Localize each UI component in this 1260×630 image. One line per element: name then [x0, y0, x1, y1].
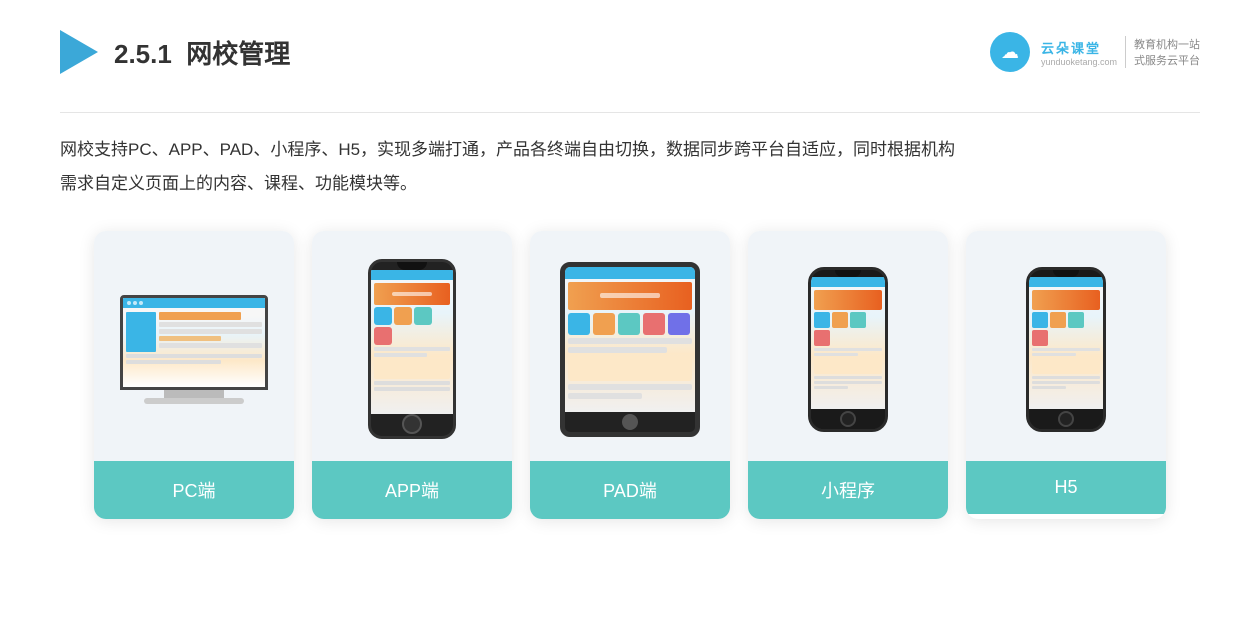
description-line1: 网校支持PC、APP、PAD、小程序、H5，实现多端打通，产品各终端自由切换，数…: [60, 133, 1200, 167]
brand-slogan: 教育机构一站 式服务云平台: [1125, 36, 1200, 68]
pad-mockup: [560, 262, 700, 437]
card-h5-image: [966, 231, 1166, 461]
section-title: 网校管理: [186, 39, 290, 69]
brand-logo: ☁ 云朵课堂 yunduoketang.com 教育机构一站 式服务云平台: [989, 31, 1200, 73]
brand-slogan-line1: 教育机构一站: [1134, 36, 1200, 52]
header-left: 2.5.1 网校管理: [60, 30, 290, 74]
h5-phone-mockup: [1026, 267, 1106, 432]
brand-name: 云朵课堂: [1041, 38, 1101, 57]
card-h5-label: H5: [966, 461, 1166, 514]
description-text: 网校支持PC、APP、PAD、小程序、H5，实现多端打通，产品各终端自由切换，数…: [60, 133, 1200, 201]
pad-home-btn: [622, 414, 638, 430]
card-h5: H5: [966, 231, 1166, 519]
cards-container: PC端: [60, 231, 1200, 519]
phone-home-btn: [402, 414, 422, 434]
svg-text:☁: ☁: [1001, 42, 1019, 62]
pc-stand: [164, 390, 224, 398]
card-app: APP端: [312, 231, 512, 519]
brand-text: 云朵课堂 yunduoketang.com: [1041, 38, 1117, 67]
app-phone-mockup: [368, 259, 456, 439]
logo-triangle-icon: [60, 30, 98, 74]
pc-base: [144, 398, 244, 404]
section-number: 2.5.1: [114, 39, 172, 69]
brand-url: yunduoketang.com: [1041, 57, 1117, 67]
card-pad-label: PAD端: [530, 461, 730, 519]
description-line2: 需求自定义页面上的内容、课程、功能模块等。: [60, 167, 1200, 201]
page-container: 2.5.1 网校管理 ☁ 云朵课堂 yunduoketang.com 教育机构一…: [0, 0, 1260, 630]
card-pc-image: [94, 231, 294, 461]
card-pad: PAD端: [530, 231, 730, 519]
card-app-image: [312, 231, 512, 461]
page-title: 2.5.1 网校管理: [114, 34, 290, 71]
card-mini-image: [748, 231, 948, 461]
brand-slogan-line2: 式服务云平台: [1134, 52, 1200, 68]
card-pc-label: PC端: [94, 461, 294, 519]
phone-notch: [397, 262, 427, 270]
card-mini-label: 小程序: [748, 461, 948, 519]
card-mini: 小程序: [748, 231, 948, 519]
card-pad-image: [530, 231, 730, 461]
pad-screen: [565, 267, 695, 412]
header-divider: [60, 112, 1200, 113]
card-app-label: APP端: [312, 461, 512, 519]
mini-phone-mockup: [808, 267, 888, 432]
cloud-logo-icon: ☁: [989, 31, 1031, 73]
pc-screen: [120, 295, 268, 390]
card-pc: PC端: [94, 231, 294, 519]
phone-screen: [371, 270, 453, 414]
header: 2.5.1 网校管理 ☁ 云朵课堂 yunduoketang.com 教育机构一…: [60, 30, 1200, 84]
